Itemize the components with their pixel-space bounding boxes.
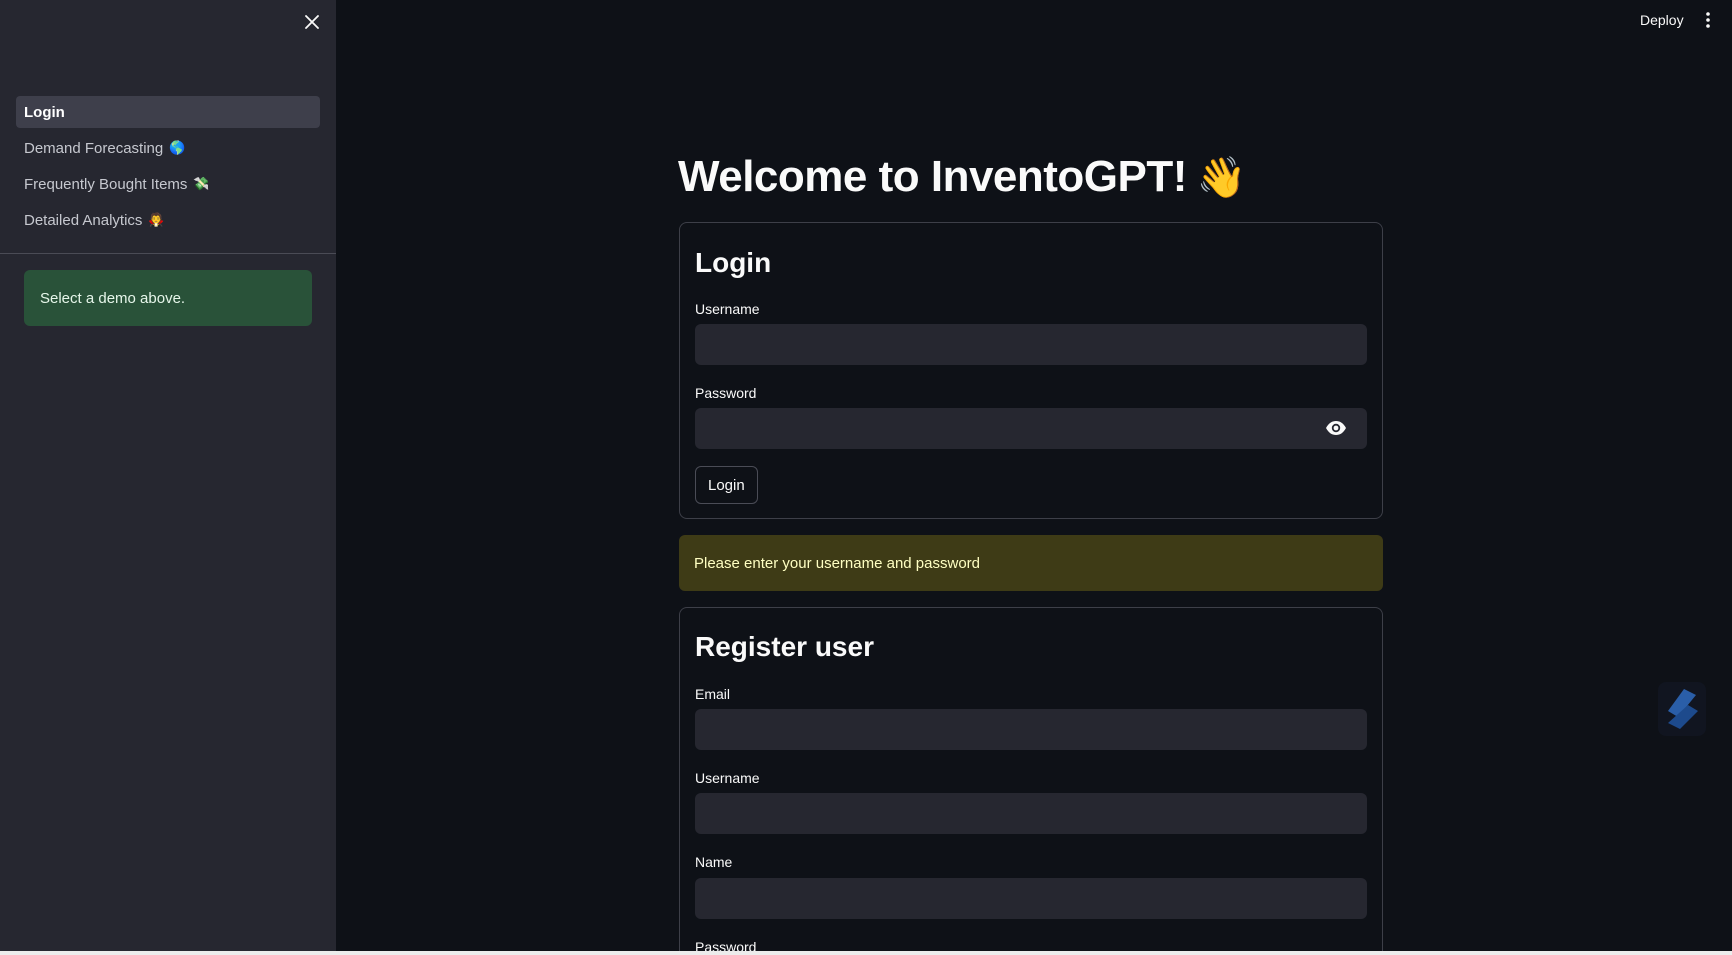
sidebar: Login Demand Forecasting 🌎 Frequently Bo… — [0, 0, 336, 951]
info-alert-text: Select a demo above. — [40, 289, 186, 307]
sidebar-item-frequently-bought-items[interactable]: Frequently Bought Items 💸 — [16, 168, 320, 200]
username-input[interactable] — [695, 324, 1367, 365]
eye-icon — [1326, 421, 1346, 435]
password-input[interactable] — [695, 408, 1367, 449]
sidebar-item-demand-forecasting[interactable]: Demand Forecasting 🌎 — [16, 132, 320, 164]
password-label: Password — [695, 385, 757, 401]
login-button[interactable]: Login — [695, 466, 758, 504]
sidebar-nav: Login Demand Forecasting 🌎 Frequently Bo… — [16, 96, 320, 240]
register-username-input[interactable] — [695, 793, 1367, 834]
login-form: Login Username Password Login — [679, 222, 1383, 519]
info-alert: Select a demo above. — [24, 270, 312, 326]
sidebar-item-label: Demand Forecasting — [24, 139, 164, 157]
username-label: Username — [695, 301, 760, 317]
vertical-dots-icon — [1706, 12, 1710, 28]
vampire-icon: 🧛 — [148, 212, 165, 227]
bottom-scrollbar-edge — [0, 951, 1732, 955]
page-title: Welcome to InventoGPT! 👋 — [678, 152, 1247, 202]
sidebar-item-detailed-analytics[interactable]: Detailed Analytics 🧛 — [16, 204, 320, 236]
sidebar-item-login[interactable]: Login — [16, 96, 320, 128]
name-label: Name — [695, 854, 733, 870]
globe-icon: 🌎 — [169, 140, 186, 155]
main-menu-button[interactable] — [1700, 10, 1716, 30]
deploy-button[interactable]: Deploy — [1640, 12, 1684, 28]
streamlit-logo-icon — [1668, 689, 1698, 729]
sidebar-item-label: Frequently Bought Items — [24, 175, 188, 193]
streamlit-logo-button[interactable] — [1658, 682, 1706, 736]
sidebar-divider — [0, 253, 336, 254]
email-label: Email — [695, 686, 731, 702]
waving-hand-icon: 👋 — [1196, 156, 1247, 200]
money-with-wings-icon: 💸 — [193, 176, 210, 191]
login-heading: Login — [695, 247, 772, 278]
warning-alert: Please enter your username and password — [679, 535, 1383, 591]
register-form: Register user Email Username Name Passwo… — [679, 607, 1383, 955]
register-heading: Register user — [695, 631, 874, 662]
name-input[interactable] — [695, 878, 1367, 919]
page-title-text: Welcome to InventoGPT! — [678, 152, 1187, 201]
warning-alert-text: Please enter your username and password — [694, 554, 980, 572]
email-input[interactable] — [695, 709, 1367, 750]
register-username-label: Username — [695, 770, 760, 786]
sidebar-item-label: Login — [24, 103, 65, 121]
close-icon — [305, 15, 319, 29]
show-password-button[interactable] — [1324, 416, 1348, 440]
sidebar-item-label: Detailed Analytics — [24, 211, 143, 229]
close-sidebar-button[interactable] — [302, 12, 322, 32]
